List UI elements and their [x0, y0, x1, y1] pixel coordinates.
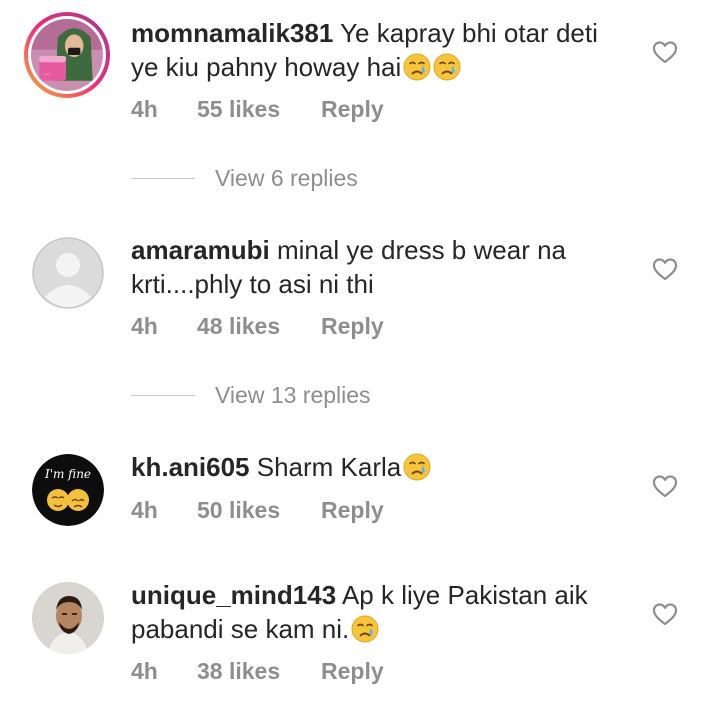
- cake-text: ...: [43, 68, 50, 77]
- profile-photo: I'm fine: [32, 454, 104, 526]
- view-replies-label[interactable]: View 6 replies: [215, 165, 358, 192]
- comment-text: Sharm Karla: [256, 452, 402, 482]
- like-heart-icon[interactable]: [652, 257, 678, 281]
- view-replies-button[interactable]: View 13 replies: [131, 380, 371, 410]
- like-heart-icon[interactable]: [652, 602, 678, 626]
- comment-meta: 4h 50 likes Reply: [131, 497, 384, 524]
- replies-divider: [131, 394, 195, 396]
- avatar[interactable]: [32, 237, 104, 309]
- avatar[interactable]: [32, 582, 104, 654]
- avatar[interactable]: ...: [24, 12, 110, 98]
- reply-button[interactable]: Reply: [321, 497, 384, 524]
- comment-body: kh.ani605 Sharm Karla: [131, 450, 631, 484]
- comment-likes[interactable]: 50 likes: [197, 497, 321, 524]
- comment-body: amaramubi minal ye dress b wear na krti.…: [131, 233, 631, 301]
- comment-body: unique_mind143 Ap k liye Pakistan aik pa…: [131, 578, 631, 646]
- comment-username[interactable]: amaramubi: [131, 235, 270, 265]
- comment-likes[interactable]: 48 likes: [197, 313, 321, 340]
- replies-divider: [131, 177, 195, 179]
- comment-likes[interactable]: 55 likes: [197, 96, 321, 123]
- like-heart-icon[interactable]: [652, 474, 678, 498]
- comment-time: 4h: [131, 313, 158, 339]
- comment-time: 4h: [131, 658, 158, 684]
- comment-meta: 4h 38 likes Reply: [131, 658, 384, 685]
- comment-username[interactable]: momnamalik381: [131, 18, 333, 48]
- comment-meta: 4h 48 likes Reply: [131, 313, 384, 340]
- view-replies-label[interactable]: View 13 replies: [215, 382, 371, 409]
- comment-time: 4h: [131, 96, 158, 122]
- comment-meta: 4h 55 likes Reply: [131, 96, 384, 123]
- comment-username[interactable]: kh.ani605: [131, 452, 250, 482]
- avatar-caption: I'm fine: [44, 467, 91, 481]
- reply-button[interactable]: Reply: [321, 96, 384, 123]
- view-replies-button[interactable]: View 6 replies: [131, 163, 358, 193]
- crying-face-emoji: [433, 53, 461, 81]
- crying-face-emoji: [351, 615, 379, 643]
- crying-face-emoji: [403, 453, 431, 481]
- profile-photo: [32, 582, 104, 654]
- profile-photo: ...: [31, 19, 103, 91]
- like-heart-icon[interactable]: [652, 40, 678, 64]
- default-avatar-icon: [32, 237, 104, 309]
- avatar[interactable]: I'm fine: [32, 454, 104, 526]
- comment-time: 4h: [131, 497, 158, 523]
- comment-likes[interactable]: 38 likes: [197, 658, 321, 685]
- crying-face-emoji: [403, 53, 431, 81]
- comment-username[interactable]: unique_mind143: [131, 580, 336, 610]
- reply-button[interactable]: Reply: [321, 658, 384, 685]
- comment-body: momnamalik381 Ye kapray bhi otar deti ye…: [131, 16, 631, 84]
- reply-button[interactable]: Reply: [321, 313, 384, 340]
